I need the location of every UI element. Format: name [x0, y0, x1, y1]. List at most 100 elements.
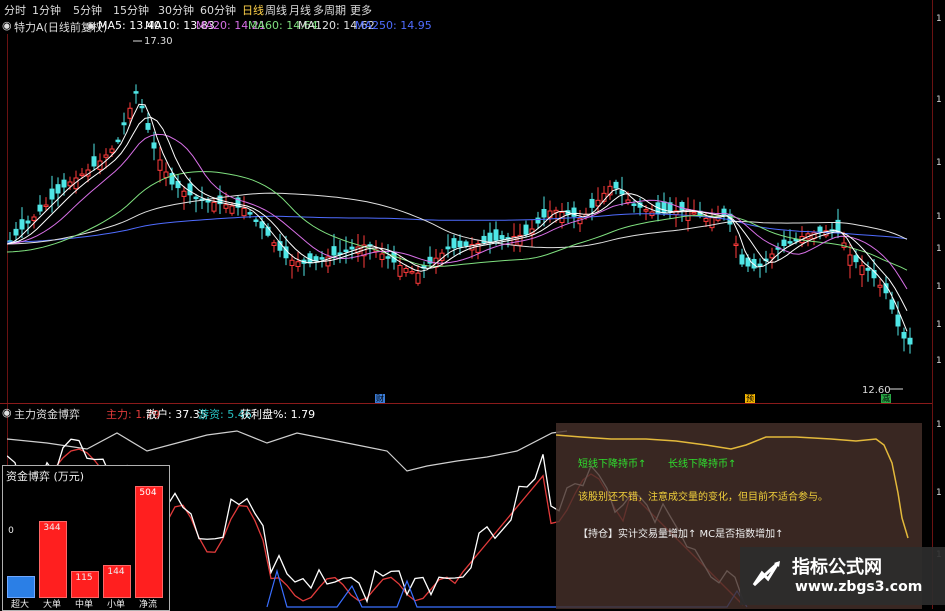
- capital-bar-0: [7, 576, 35, 598]
- candle-body: [847, 254, 853, 266]
- candle-body: [691, 212, 697, 215]
- candle-body: [613, 181, 619, 189]
- ma5-line: [7, 103, 908, 332]
- candle-body: [79, 173, 85, 176]
- candle-body: [343, 249, 349, 253]
- overlay-text-long-trend: 长线下降持币↑: [668, 459, 737, 470]
- candle-body: [403, 268, 409, 273]
- settings-circle-icon[interactable]: ◉: [2, 19, 12, 32]
- candle-body: [25, 220, 31, 224]
- candle-body: [385, 256, 391, 259]
- period-toolbar: 分时 1分钟 5分钟 15分钟 30分钟 60分钟 日线 周线 月线 多周期 更…: [0, 0, 945, 18]
- candle-body: [853, 255, 859, 263]
- candle-body: [523, 224, 529, 235]
- candle-body: [451, 238, 457, 249]
- candle-body: [49, 188, 55, 200]
- capital-bar-label: 超大: [10, 600, 29, 610]
- period-tab-1min[interactable]: 1分钟: [32, 2, 61, 18]
- candle-body: [817, 226, 823, 233]
- period-tab-monthly[interactable]: 月线: [289, 2, 311, 18]
- capital-bar-label: 净流: [138, 600, 157, 610]
- capital-bar-4: [135, 486, 163, 598]
- candle-body: [67, 181, 73, 187]
- capital-bar-value: 144: [107, 566, 125, 577]
- candle-body: [703, 218, 709, 222]
- capital-bar-value: 504: [139, 488, 157, 498]
- candle-body: [181, 190, 187, 197]
- candle-body: [643, 209, 649, 212]
- overlay-text-advice: 该股别还不错，注意成交量的变化，但目前不适合参与。: [578, 492, 828, 503]
- capital-bar-label: 大单: [42, 600, 61, 610]
- candle-body: [457, 240, 463, 248]
- candle-body: [625, 199, 631, 204]
- candle-body: [319, 257, 325, 260]
- candle-body: [631, 203, 637, 206]
- candle-body: [55, 184, 61, 194]
- candle-body: [151, 142, 157, 149]
- candle-body: [145, 123, 151, 130]
- period-tab-weekly[interactable]: 周线: [265, 2, 287, 18]
- candle-body: [253, 219, 259, 222]
- overlay-text-position: 【持仓】实计交易量增加↑ MC是否指数增加↑: [578, 529, 784, 540]
- candle-body: [127, 107, 133, 119]
- candle-body: [289, 259, 295, 267]
- candle-body: [43, 204, 49, 207]
- period-tab-fenshi[interactable]: 分时: [4, 2, 26, 18]
- candle-body: [193, 196, 199, 200]
- candle-body: [205, 200, 211, 203]
- candle-body: [541, 209, 547, 218]
- panel-separator: [0, 403, 932, 404]
- capital-panel-title: 资金博弈 (万元): [6, 470, 85, 483]
- candle-body: [895, 314, 901, 327]
- candle-body: [589, 198, 595, 208]
- sub-settings-circle-icon[interactable]: ◉: [2, 406, 12, 419]
- candle-body: [31, 216, 37, 221]
- candle-body: [187, 183, 193, 196]
- candle-body: [211, 201, 217, 212]
- ma250-value: MA250: 14.95: [355, 19, 432, 32]
- candle-body: [157, 159, 163, 171]
- ma250-line: [7, 213, 908, 243]
- candle-body: [889, 299, 895, 310]
- period-tab-daily[interactable]: 日线: [242, 2, 264, 18]
- candle-body: [37, 204, 43, 212]
- candles: [7, 84, 913, 354]
- chart-logo-icon: [752, 561, 780, 587]
- candle-body: [271, 242, 277, 246]
- candle-body: [349, 246, 355, 250]
- candle-body: [121, 122, 127, 126]
- moving-average-lines: [7, 103, 908, 332]
- candle-body: [535, 217, 541, 224]
- capital-bar-label: 小单: [106, 600, 125, 610]
- price-axis[interactable]: 1 1 1 1 1 1 1 1 1 1 1: [932, 0, 945, 609]
- candle-body: [793, 238, 799, 242]
- candle-body: [19, 219, 25, 230]
- candle-body: [241, 207, 247, 217]
- watermark: 指标公式网 www.zbgs3.com: [740, 547, 945, 605]
- sub-indicator-title: 主力资金博弈: [14, 408, 80, 421]
- candle-body: [865, 267, 871, 271]
- candlestick-chart[interactable]: 17.30 12.60: [7, 34, 932, 403]
- period-tab-60min[interactable]: 60分钟: [200, 2, 236, 18]
- period-tab-more[interactable]: 更多: [350, 2, 372, 18]
- watermark-title: 指标公式网: [792, 557, 882, 578]
- candle-body: [787, 241, 793, 244]
- candle-body: [733, 243, 739, 246]
- period-tab-multi[interactable]: 多周期: [313, 2, 346, 18]
- candle-body: [739, 254, 745, 265]
- candle-body: [661, 201, 667, 214]
- period-tab-15min[interactable]: 15分钟: [113, 2, 149, 18]
- candle-body: [223, 204, 229, 209]
- candle-body: [757, 263, 763, 267]
- period-tab-5min[interactable]: 5分钟: [73, 2, 102, 18]
- candle-body: [115, 139, 121, 143]
- candle-body: [499, 235, 505, 240]
- candle-body: [163, 171, 169, 178]
- candle-body: [331, 246, 337, 256]
- candle-body: [709, 217, 715, 229]
- candle-body: [877, 284, 883, 288]
- candle-body: [133, 91, 139, 94]
- candle-body: [91, 156, 97, 167]
- indicator-circle-icon[interactable]: ◉: [86, 19, 96, 32]
- period-tab-30min[interactable]: 30分钟: [158, 2, 194, 18]
